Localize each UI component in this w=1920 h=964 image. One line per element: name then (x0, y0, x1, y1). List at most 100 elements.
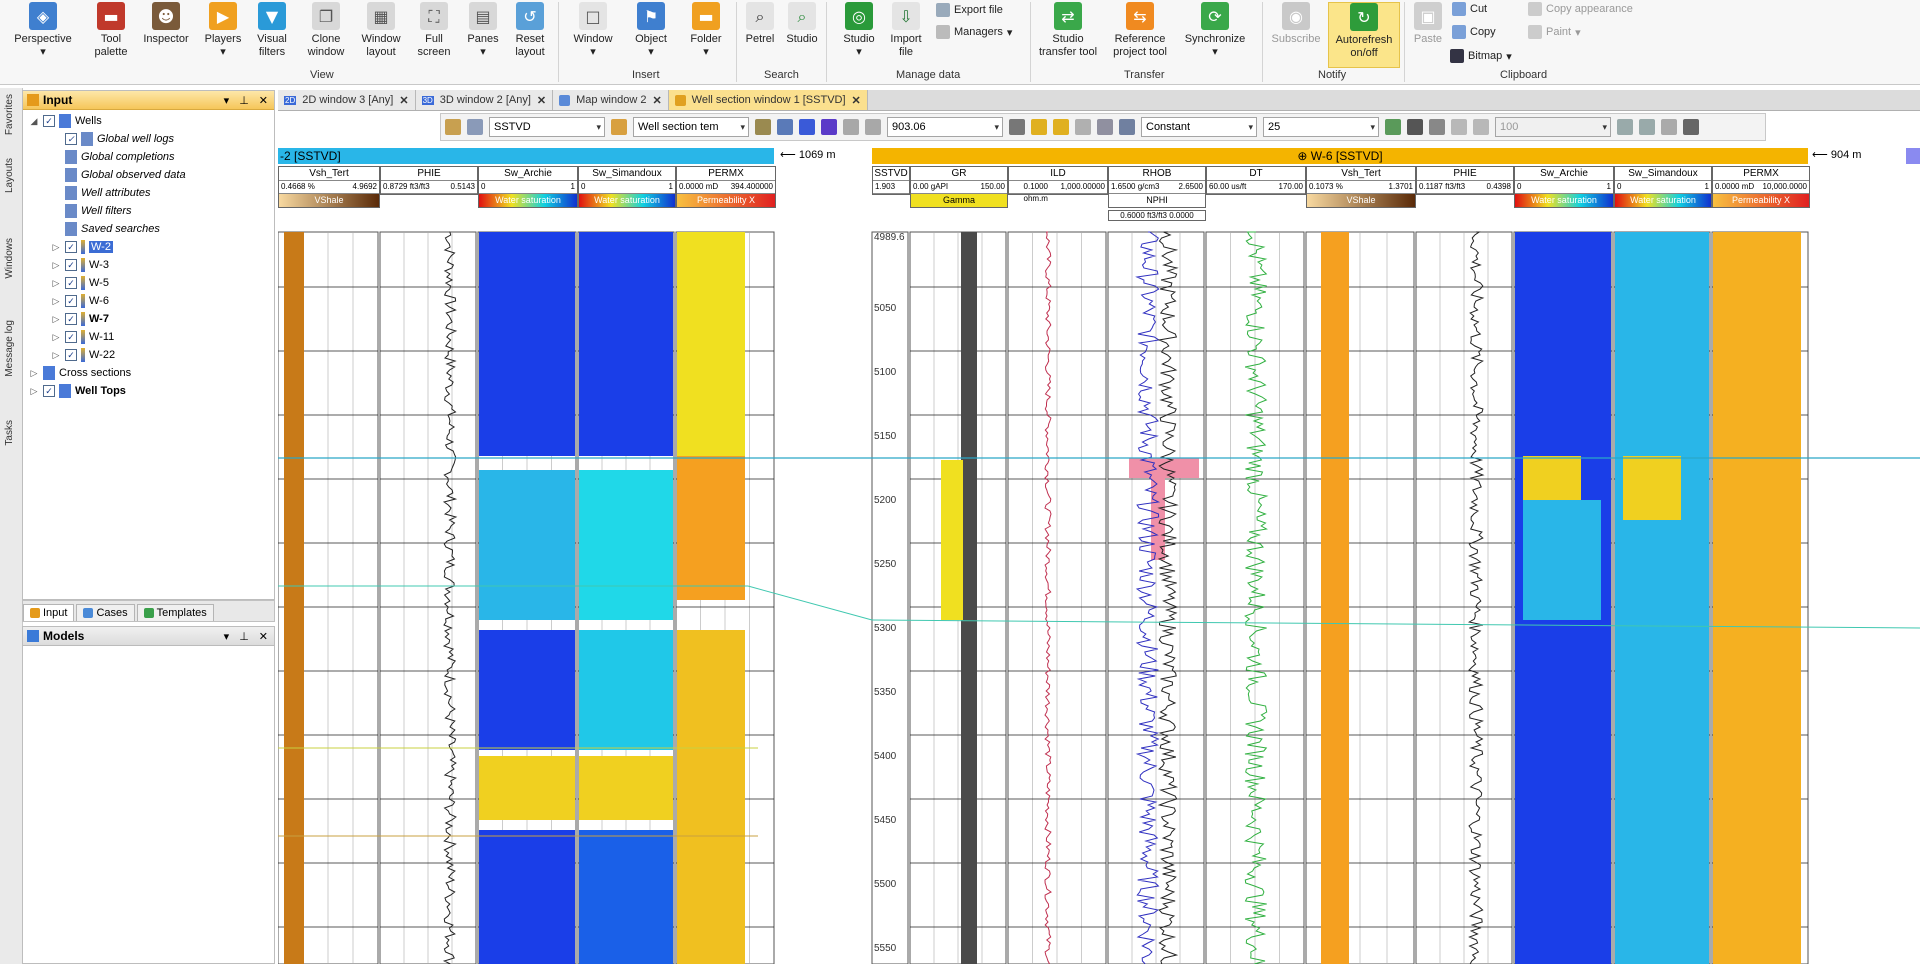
search-petrel-button[interactable]: ⌕ Petrel (742, 2, 778, 46)
template-select[interactable]: Well section tem (633, 117, 749, 137)
tree-checkbox[interactable]: ✓ (43, 115, 55, 127)
tree-checkbox[interactable]: ✓ (65, 313, 77, 325)
spacing-mode-select[interactable]: Constant (1141, 117, 1257, 137)
export-file-button[interactable]: Export file (936, 3, 1003, 17)
paint-button[interactable]: Paint ▾ (1528, 25, 1581, 39)
expand-icon[interactable]: ▷ (51, 296, 61, 307)
tree-item[interactable]: ✓ Global well logs (51, 132, 174, 146)
paste-button[interactable]: ▣ Paste (1410, 2, 1446, 46)
tree-item[interactable]: ▷ ✓ W-2 (51, 240, 113, 254)
zoom-undo-icon[interactable] (1451, 119, 1467, 135)
subscribe-button[interactable]: ◉ Subscribe (1270, 2, 1322, 46)
track-header[interactable]: PERMX 0.0000 mD 394.400000 Permeability X (676, 166, 776, 208)
track-header[interactable]: Sw_Archie 0 1 Water saturation (478, 166, 578, 208)
close-icon[interactable]: ✕ (537, 94, 546, 107)
close-icon[interactable]: ✕ (852, 94, 861, 107)
expand-icon[interactable]: ▷ (29, 368, 39, 379)
tree-item[interactable]: Well filters (51, 204, 132, 218)
well-header-left[interactable]: -2 [SSTVD] (278, 148, 774, 164)
full-screen-button[interactable]: ⛶ Full screen (414, 2, 454, 59)
percent-icon[interactable] (1617, 119, 1633, 135)
cut-button[interactable]: Cut (1452, 2, 1487, 16)
lock-depth-icon[interactable] (1009, 119, 1025, 135)
tree-checkbox[interactable]: ✓ (65, 349, 77, 361)
tool-palette-button[interactable]: ▬ Tool palette (86, 2, 136, 59)
expand-icon[interactable]: ▷ (51, 332, 61, 343)
copy-appearance-button[interactable]: Copy appearance (1528, 2, 1633, 16)
next-well-header-stub[interactable] (1906, 148, 1920, 164)
insert-window-button[interactable]: □ Window ▾ (568, 2, 618, 59)
layouts-tab[interactable]: Layouts (4, 158, 15, 193)
track-header[interactable]: GR 0.00 gAPI 150.00 Gamma (910, 166, 1008, 208)
tree-checkbox[interactable]: ✓ (65, 259, 77, 271)
insert-folder-button[interactable]: ▬ Folder ▾ (684, 2, 728, 59)
search-studio-button[interactable]: ⌕ Studio (784, 2, 820, 46)
track-header[interactable]: Vsh_Tert 0.4668 % 4.9692 VShale (278, 166, 380, 208)
panel-pin-icon[interactable]: ⊥ (239, 94, 249, 107)
tree-item[interactable]: ▷ ✓ W-22 (51, 348, 115, 362)
studio-transfer-tool-button[interactable]: ⇄ Studio transfer tool (1036, 2, 1100, 59)
favorites-tab[interactable]: Favorites (4, 94, 15, 135)
lock-icon[interactable] (755, 119, 771, 135)
tree-item[interactable]: ▷ ✓ W-6 (51, 294, 109, 308)
clone-window-button[interactable]: ❐ Clone window (304, 2, 348, 59)
pointer-tool-icon[interactable] (467, 119, 483, 135)
window-layout-button[interactable]: ▦ Window layout (358, 2, 404, 59)
track-header[interactable]: PHIE 0.1187 ft3/ft3 0.4398 (1416, 166, 1514, 195)
expand-icon[interactable]: ▷ (51, 314, 61, 325)
well-header-right[interactable]: ⊕ W-6 [SSTVD] (872, 148, 1808, 164)
perspective-button[interactable]: ◈ Perspective ▾ (8, 2, 78, 59)
bitmap-button[interactable]: Bitmap ▾ (1450, 49, 1512, 63)
close-icon[interactable]: ✕ (399, 94, 408, 107)
scale-select[interactable]: 25 (1263, 117, 1379, 137)
tree-item[interactable]: ▷ ✓ W-5 (51, 276, 109, 290)
expand-icon[interactable]: ▷ (51, 260, 61, 271)
panel-dropdown-icon[interactable]: ▾ (224, 94, 230, 107)
expand-icon[interactable]: ▷ (29, 386, 39, 397)
tree-checkbox[interactable]: ✓ (65, 133, 77, 145)
expand-icon[interactable]: ▷ (51, 350, 61, 361)
align-icon[interactable] (1097, 119, 1113, 135)
panel-dropdown-icon[interactable]: ▾ (224, 630, 230, 643)
expand-icon[interactable]: ◢ (29, 116, 39, 127)
visual-filters-button[interactable]: ▼ Visual filters (252, 2, 292, 59)
tree-checkbox[interactable]: ✓ (65, 295, 77, 307)
tree-item[interactable]: Global observed data (51, 168, 186, 182)
tree-item[interactable]: ▷ Cross sections (29, 366, 131, 380)
reset-layout-button[interactable]: ↺ Reset layout (510, 2, 550, 59)
tree-item[interactable]: ▷ ✓ W-11 (51, 330, 114, 344)
tasks-tab[interactable]: Tasks (4, 420, 15, 446)
tab-templates[interactable]: Templates (136, 604, 214, 621)
players-button[interactable]: ▶ Players ▾ (200, 2, 246, 59)
pin-icon[interactable] (1683, 119, 1699, 135)
tree-checkbox[interactable]: ✓ (65, 241, 77, 253)
print-icon[interactable] (777, 119, 793, 135)
tab-input[interactable]: Input (23, 604, 75, 621)
display-icon[interactable] (1385, 119, 1401, 135)
track-header[interactable]: Vsh_Tert 0.1073 % 1.3701 VShale (1306, 166, 1416, 208)
tree-checkbox[interactable]: ✓ (65, 277, 77, 289)
tab-cases[interactable]: Cases (76, 604, 135, 621)
manage-studio-button[interactable]: ◎ Studio ▾ (840, 2, 878, 59)
flatten-icon[interactable] (821, 119, 837, 135)
track-header[interactable]: ILD 0.1000 ohm.m 1,000.00000 (1008, 166, 1108, 203)
track-icon[interactable] (799, 119, 815, 135)
zoom-percent-input[interactable]: 100 (1495, 117, 1611, 137)
import-file-button[interactable]: ⇩ Import file (886, 2, 926, 59)
well-section-canvas[interactable]: 4989.6 5050 5100 5150 5200 5250 5300 5350 5400 54… (278, 141, 1920, 964)
tree-checkbox[interactable]: ✓ (65, 331, 77, 343)
copy-button[interactable]: Copy (1452, 25, 1496, 39)
track-header[interactable]: SSTVD 1.903 (872, 166, 910, 195)
autorefresh-button[interactable]: ↻ Autorefresh on/off (1328, 2, 1400, 68)
track-header[interactable]: Sw_Simandoux 0 1 Water saturation (578, 166, 676, 208)
vertical-scale-icon[interactable] (1639, 119, 1655, 135)
tree-item[interactable]: ◢ ✓ Wells (29, 114, 102, 128)
close-icon[interactable]: ✕ (652, 94, 661, 107)
panel-close-icon[interactable]: ✕ (259, 630, 268, 643)
expand-icon[interactable]: ▷ (51, 242, 61, 253)
track-header[interactable]: PERMX 0.0000 mD 10,000.0000 Permeability X (1712, 166, 1810, 208)
tree-item[interactable]: Well attributes (51, 186, 151, 200)
zoom-icon[interactable] (1429, 119, 1445, 135)
track-header[interactable]: DT 60.00 us/ft 170.00 (1206, 166, 1306, 195)
inspector-button[interactable]: ☻ Inspector (140, 2, 192, 46)
